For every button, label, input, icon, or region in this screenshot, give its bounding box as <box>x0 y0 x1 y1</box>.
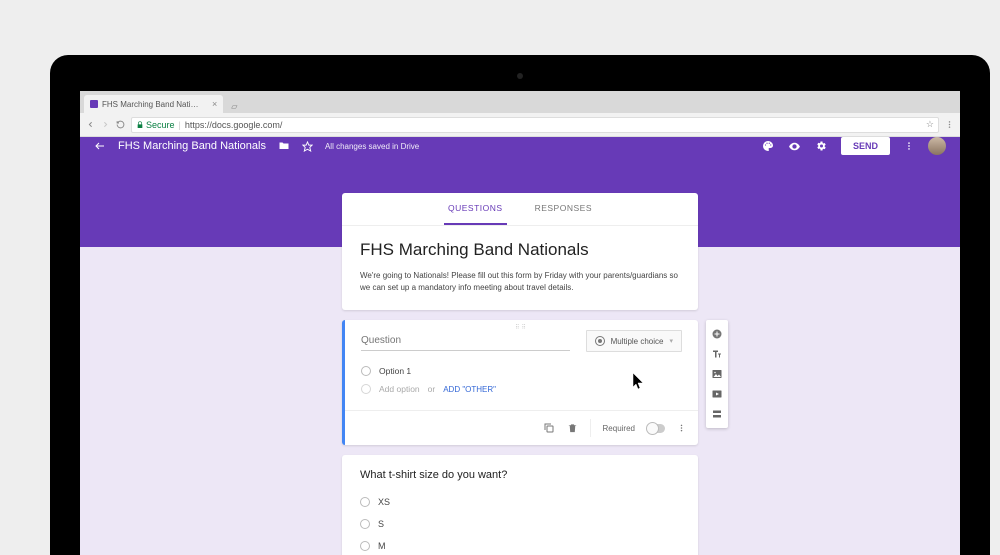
drag-handle-icon[interactable]: ⠿⠿ <box>515 324 528 331</box>
browser-tab[interactable]: FHS Marching Band Nationals × <box>84 95 223 113</box>
add-option-text[interactable]: Add option <box>379 384 420 394</box>
forms-header: FHS Marching Band Nationals All changes … <box>80 137 960 155</box>
question-type-dropdown[interactable]: Multiple choice ▾ <box>586 330 682 352</box>
required-toggle[interactable] <box>647 424 665 433</box>
option-label[interactable]: Option 1 <box>379 366 411 376</box>
option-text: S <box>378 519 384 529</box>
avatar[interactable] <box>928 137 946 155</box>
send-button[interactable]: SEND <box>841 137 890 155</box>
add-question-icon[interactable] <box>711 328 723 340</box>
form-column: QUESTIONS RESPONSES FHS Marching Band Na… <box>342 193 698 555</box>
bookmark-star-icon[interactable]: ☆ <box>926 119 934 130</box>
url-text: https://docs.google.com/ <box>185 120 283 130</box>
add-section-icon[interactable] <box>711 408 723 420</box>
option-radio-icon <box>360 497 370 507</box>
option-text: XS <box>378 497 390 507</box>
option-row[interactable]: Option 1 <box>361 362 682 380</box>
star-icon[interactable] <box>302 141 313 152</box>
back-arrow-icon[interactable] <box>94 140 106 152</box>
form-title-text[interactable]: FHS Marching Band Nationals <box>360 240 680 260</box>
answer-option[interactable]: S <box>360 513 680 535</box>
option-text: M <box>378 541 386 551</box>
add-image-icon[interactable] <box>711 368 723 380</box>
question-view-card[interactable]: What t-shirt size do you want? XS S M L <box>342 455 698 555</box>
palette-icon[interactable] <box>762 140 774 152</box>
forms-favicon <box>90 100 98 108</box>
trash-icon[interactable] <box>567 422 578 434</box>
tab-questions[interactable]: QUESTIONS <box>444 193 507 225</box>
question-editor-card[interactable]: ⠿⠿ Multiple choice ▾ <box>342 320 698 445</box>
chevron-down-icon: ▾ <box>669 337 673 345</box>
option-radio-icon <box>361 384 371 394</box>
tab-title: FHS Marching Band Nationals <box>102 100 202 109</box>
add-other-link[interactable]: ADD "OTHER" <box>443 385 496 394</box>
autosave-text: All changes saved in Drive <box>325 142 419 151</box>
add-option-row[interactable]: Add option or ADD "OTHER" <box>361 380 682 398</box>
address-bar[interactable]: Secure | https://docs.google.com/ ☆ <box>131 117 939 133</box>
question-more-icon[interactable] <box>677 422 686 434</box>
radio-icon <box>595 336 605 346</box>
answer-option[interactable]: XS <box>360 491 680 513</box>
more-vert-icon[interactable] <box>904 140 914 152</box>
floating-toolbar <box>706 320 728 428</box>
header-form-title[interactable]: FHS Marching Band Nationals <box>118 140 266 152</box>
forms-app: FHS Marching Band Nationals All changes … <box>80 137 960 555</box>
title-card: QUESTIONS RESPONSES FHS Marching Band Na… <box>342 193 698 310</box>
laptop-frame: FHS Marching Band Nationals × ▱ Secure |… <box>50 55 990 555</box>
close-tab-icon[interactable]: × <box>212 99 217 109</box>
back-icon[interactable] <box>86 120 95 129</box>
preview-eye-icon[interactable] <box>788 140 801 153</box>
secure-label: Secure <box>146 120 175 130</box>
reload-icon[interactable] <box>116 120 125 129</box>
editor-footer: Required <box>345 410 698 445</box>
question-text: What t-shirt size do you want? <box>360 469 680 481</box>
add-title-icon[interactable] <box>711 348 723 360</box>
forms-body: QUESTIONS RESPONSES FHS Marching Band Na… <box>80 155 960 555</box>
screen: FHS Marching Band Nationals × ▱ Secure |… <box>80 91 960 555</box>
question-title-input[interactable] <box>361 331 570 351</box>
duplicate-icon[interactable] <box>543 422 555 434</box>
qtype-label: Multiple choice <box>611 337 664 346</box>
tabs-row: QUESTIONS RESPONSES <box>342 193 698 226</box>
new-tab-button[interactable]: ▱ <box>227 99 241 113</box>
option-radio-icon <box>360 541 370 551</box>
forward-icon[interactable] <box>101 120 110 129</box>
settings-gear-icon[interactable] <box>815 140 827 152</box>
chrome-tab-strip: FHS Marching Band Nationals × ▱ <box>80 91 960 113</box>
form-description[interactable]: We're going to Nationals! Please fill ou… <box>360 270 680 294</box>
add-video-icon[interactable] <box>711 388 723 400</box>
folder-icon[interactable] <box>278 140 290 152</box>
required-label: Required <box>603 424 635 433</box>
option-radio-icon <box>361 366 371 376</box>
answer-option[interactable]: M <box>360 535 680 555</box>
chrome-menu-icon[interactable] <box>945 120 954 129</box>
chrome-toolbar: Secure | https://docs.google.com/ ☆ <box>80 113 960 137</box>
tab-responses[interactable]: RESPONSES <box>531 193 596 225</box>
or-text: or <box>428 384 436 394</box>
option-radio-icon <box>360 519 370 529</box>
lock-icon: Secure <box>136 120 175 130</box>
